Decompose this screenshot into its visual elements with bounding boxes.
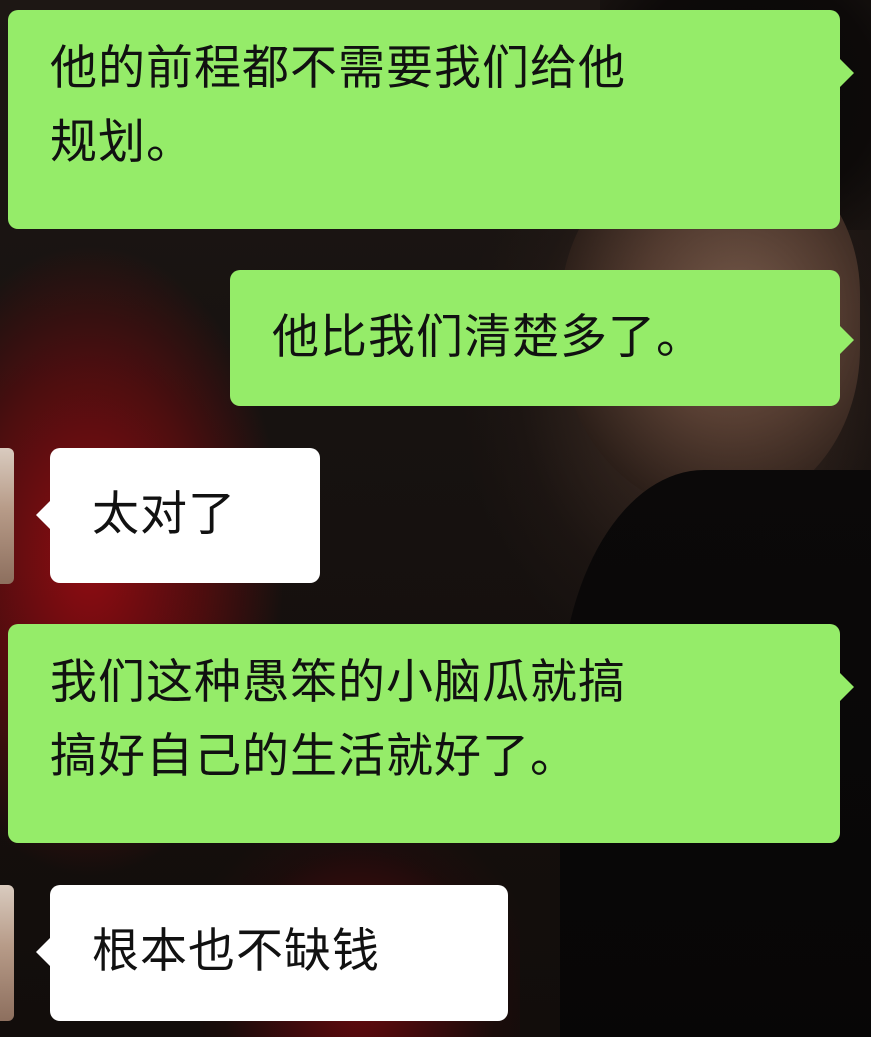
- sent-message-bubble[interactable]: 他比我们清楚多了。: [230, 270, 854, 406]
- message-text-line: 规划。: [50, 115, 194, 170]
- message-text-line: 根本也不缺钱: [92, 924, 380, 979]
- contact-avatar[interactable]: [0, 448, 14, 584]
- received-message-bubble[interactable]: 根本也不缺钱: [36, 885, 508, 1021]
- message-text-line: 他的前程都不需要我们给他: [50, 41, 626, 96]
- message-text-line: 太对了: [92, 487, 236, 542]
- received-message-bubble[interactable]: 太对了: [36, 448, 320, 583]
- sent-message-bubble[interactable]: 他的前程都不需要我们给他 规划。: [8, 10, 854, 229]
- message-text-line: 他比我们清楚多了。: [272, 310, 704, 365]
- message-text-line: 我们这种愚笨的小脑瓜就搞: [50, 655, 626, 710]
- contact-avatar[interactable]: [0, 885, 14, 1021]
- message-text-line: 搞好自己的生活就好了。: [50, 729, 578, 784]
- sent-message-bubble[interactable]: 我们这种愚笨的小脑瓜就搞 搞好自己的生活就好了。: [8, 624, 854, 843]
